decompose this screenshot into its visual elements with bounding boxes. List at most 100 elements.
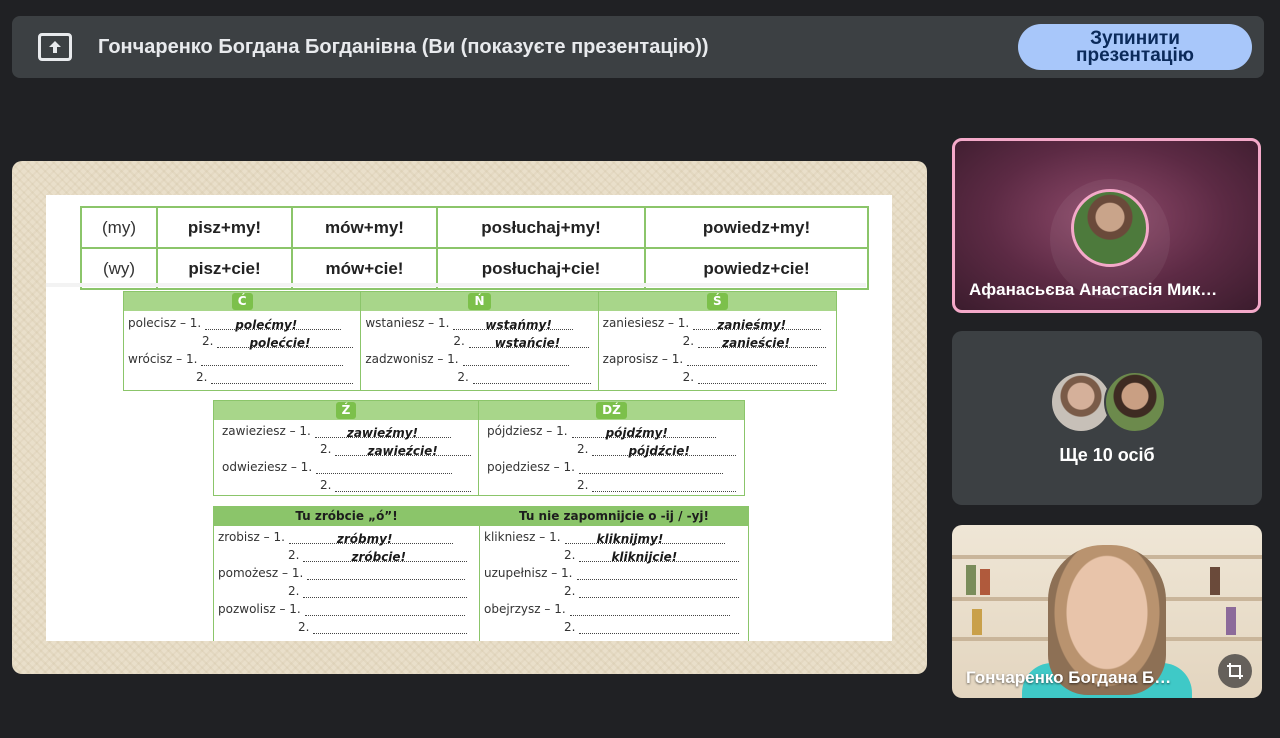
exercise-row: klikniesz – 1. kliknijmy! (480, 528, 748, 546)
exercise-row: zaniesiesz – 1. zanieśmy! (599, 314, 836, 332)
exercise-row: 2. (480, 618, 748, 636)
exercise-row: pójdziesz – 1. pójdźmy! (479, 422, 744, 440)
exercise-row: pozwolisz – 1. (214, 600, 479, 618)
pronoun-cell: (my) (80, 206, 158, 249)
exercise-column: Ć polecisz – 1. polećmy! 2. polećcie! wróc… (124, 292, 362, 390)
stop-button-line2: презентацію (1076, 45, 1194, 66)
book (980, 569, 990, 595)
presentation-stage: (my) pisz+my! mów+my! posłuchaj+my! powi… (12, 161, 927, 674)
column-header: Ć (124, 292, 361, 311)
column-header: Ś (598, 292, 836, 311)
verb-label: wstaniesz – 1. (365, 316, 450, 330)
answer-text: kliknijcie! (611, 549, 678, 564)
exercise-column: Tu nie zapomnijcie o -ij / -yj! kliknies… (480, 507, 748, 641)
divider (46, 283, 866, 287)
number-label: 2. (202, 334, 214, 348)
verb-label: pójdziesz – 1. (487, 424, 568, 438)
exercise-row: polecisz – 1. polećmy! (124, 314, 360, 332)
conjugation-table: (my) pisz+my! mów+my! posłuchaj+my! powi… (80, 206, 869, 290)
self-video-tile[interactable]: Гончаренко Богдана Б… (952, 525, 1262, 698)
answer-text: wstańcie! (494, 335, 561, 350)
exercise-row: zaprosisz – 1. (599, 350, 836, 368)
answer-text: zanieście! (722, 335, 790, 350)
exercise-row: 2. (480, 582, 748, 600)
participant-name: Гончаренко Богдана Б… (966, 668, 1172, 687)
letter-tag: Ń (468, 293, 491, 310)
number-label: 2. (577, 442, 589, 456)
avatar (1071, 189, 1149, 267)
table-cell: posłuchaj+my! (436, 206, 646, 249)
exercise-row: 2. zróbcie! (214, 546, 479, 564)
exercise-grid-3: Tu zróbcie „ó”! zrobisz – 1. zróbmy! 2. zr… (213, 506, 749, 641)
letter-tag: Ć (231, 293, 253, 310)
verb-label: uzupełnisz – 1. (484, 566, 573, 580)
column-header: Ń (361, 292, 598, 311)
number-label: 2. (288, 548, 300, 562)
answer-text: pójdźcie! (628, 443, 690, 458)
exercise-row: zawieziesz – 1. zawieźmy! (214, 422, 478, 440)
exercise-row: 2. (214, 618, 479, 636)
answer-text: zawieźcie! (367, 443, 438, 458)
answer-text: pójdźmy! (605, 425, 668, 440)
exercise-row: pomożesz – 1. (214, 564, 479, 582)
crop-icon[interactable] (1218, 654, 1252, 688)
participant-name: Афанасьєва Анастасія Мик… (969, 280, 1218, 299)
stop-presenting-button[interactable]: Зупинити презентацію (1018, 24, 1252, 70)
number-label: 2. (453, 334, 465, 348)
number-label: 2. (457, 370, 469, 384)
verb-label: pozwolisz – 1. (218, 602, 301, 616)
exercise-row: 2. (361, 368, 597, 386)
letter-tag: DŹ (596, 402, 627, 419)
number-label: 2. (564, 548, 576, 562)
table-row: (my) pisz+my! mów+my! posłuchaj+my! powi… (80, 206, 869, 249)
book (1210, 567, 1220, 595)
number-label: 2. (288, 584, 300, 598)
number-label: 2. (564, 584, 576, 598)
exercise-row: 2. (214, 582, 479, 600)
participants-overflow-tile[interactable]: Ще 10 осіб (952, 331, 1262, 505)
book (972, 609, 982, 635)
table-cell: powiedz+my! (644, 206, 869, 249)
column-header: Tu nie zapomnijcie o -ij / -yj! (480, 507, 748, 526)
exercise-row: 2. pójdźcie! (479, 440, 744, 458)
participant-tile-active[interactable]: Афанасьєва Анастасія Мик… (952, 138, 1261, 313)
verb-label: wrócisz – 1. (128, 352, 198, 366)
verb-label: zadzwonisz – 1. (365, 352, 459, 366)
exercise-column: Ń wstaniesz – 1. wstańmy! 2. wstańcie! zad… (361, 292, 599, 390)
column-header: DŹ (479, 401, 744, 420)
answer-text: kliknijmy! (596, 531, 664, 546)
exercise-row: odwieziesz – 1. (214, 458, 478, 476)
exercise-row: 2. zanieście! (599, 332, 836, 350)
book (1226, 607, 1236, 635)
verb-label: pojedziesz – 1. (487, 460, 575, 474)
exercise-row: 2. polećcie! (124, 332, 360, 350)
answer-text: zawieźmy! (346, 425, 419, 440)
answer-text: polećmy! (235, 317, 298, 332)
exercise-column: Ś zaniesiesz – 1. zanieśmy! 2. zanieście! … (598, 292, 836, 390)
answer-text: wstańmy! (485, 317, 552, 332)
exercise-column: DŹ pójdziesz – 1. pójdźmy! 2. pójdźcie! po… (479, 401, 744, 495)
exercise-row: 2. kliknijcie! (480, 546, 748, 564)
exercise-row: 2. (214, 476, 478, 494)
number-label: 2. (682, 370, 695, 384)
number-label: 2. (682, 334, 695, 348)
exercise-grid-1: Ć polecisz – 1. polećmy! 2. polećcie! wróc… (123, 291, 837, 391)
number-label: 2. (298, 620, 310, 634)
more-participants-label: Ще 10 осіб (1059, 445, 1155, 465)
exercise-row: 2. (124, 368, 360, 386)
verb-label: obejrzysz – 1. (484, 602, 566, 616)
exercise-row: 2. (599, 368, 836, 386)
number-label: 2. (564, 620, 576, 634)
column-header: Ź (214, 401, 478, 420)
exercise-column: Ź zawieziesz – 1. zawieźmy! 2. zawieźcie! … (214, 401, 479, 495)
exercise-row: wstaniesz – 1. wstańmy! (361, 314, 597, 332)
answer-text: zróbcie! (351, 549, 407, 564)
avatar (1104, 371, 1166, 433)
avatar (1050, 371, 1112, 433)
exercise-row: 2. wstańcie! (361, 332, 597, 350)
exercise-row: uzupełnisz – 1. (480, 564, 748, 582)
letter-tag: Ś (706, 293, 728, 310)
verb-label: zawieziesz – 1. (222, 424, 311, 438)
exercise-row: zadzwonisz – 1. (361, 350, 597, 368)
verb-label: pomożesz – 1. (218, 566, 304, 580)
